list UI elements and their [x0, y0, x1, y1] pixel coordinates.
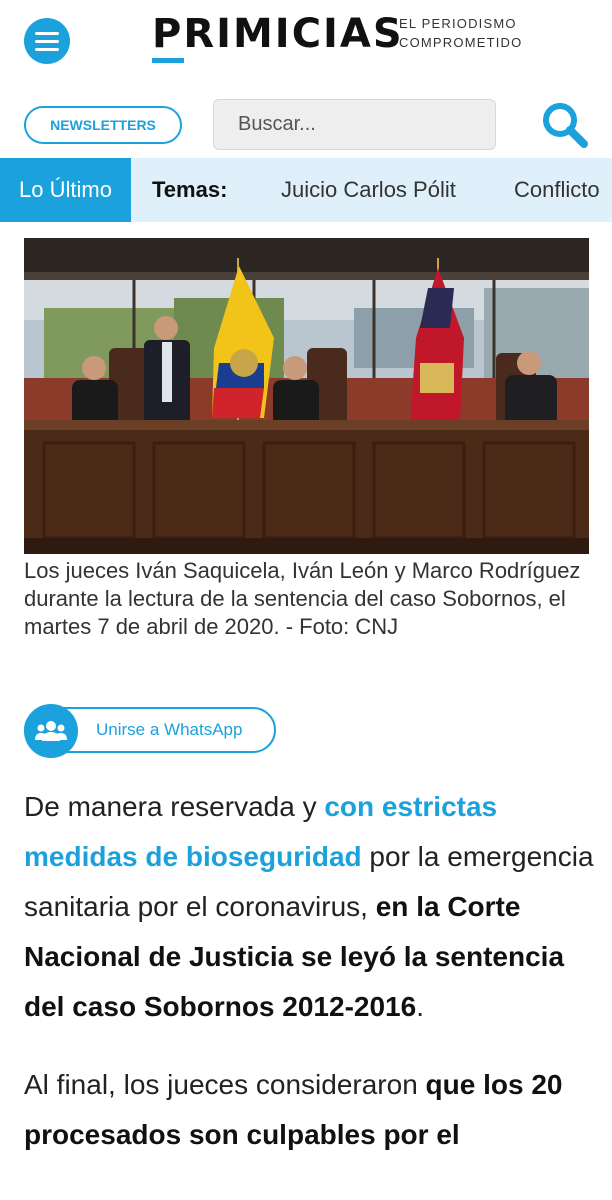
logo-text: PRIMICIAS [152, 11, 404, 57]
article-paragraph-2: Al final, los jueces consideraron que lo… [24, 1060, 594, 1160]
article-photo [24, 238, 589, 554]
text-span: De manera reservada y [24, 791, 325, 822]
article-body: De manera reservada y con estrictas medi… [24, 782, 594, 1188]
nav-latest-tab[interactable]: Lo Último [0, 158, 131, 222]
article-paragraph-1: De manera reservada y con estrictas medi… [24, 782, 594, 1032]
site-header: PRIMICIAS EL PERIODISMO COMPROMETIDO [0, 0, 612, 80]
search-icon[interactable] [540, 100, 590, 150]
wa-icon-circle [24, 704, 78, 758]
nav-item-juicio-carlos-polit[interactable]: Juicio Carlos Pólit [281, 158, 456, 222]
photo-caption: Los jueces Iván Saquicela, Iván León y M… [24, 558, 581, 639]
text-span: . [416, 991, 424, 1022]
search-input[interactable] [213, 99, 496, 150]
whatsapp-join-button[interactable]: Unirse a WhatsApp [24, 704, 276, 758]
tagline-line-1: EL PERIODISMO [399, 16, 517, 31]
site-tagline: EL PERIODISMO COMPROMETIDO [399, 14, 539, 52]
hamburger-icon [35, 31, 59, 35]
hamburger-icon [35, 39, 59, 43]
newsletters-button[interactable]: NEWSLETTERS [24, 106, 182, 144]
logo-accent [152, 58, 184, 63]
topics-nav: Lo Último Temas: Juicio Carlos Pólit Con… [0, 158, 612, 222]
site-logo[interactable]: PRIMICIAS [152, 12, 404, 64]
whatsapp-join-label: Unirse a WhatsApp [96, 720, 243, 739]
text-span: Al final, los jueces consideraron [24, 1069, 426, 1100]
group-icon [35, 721, 67, 741]
hamburger-icon [35, 47, 59, 51]
nav-item-conflicto[interactable]: Conflicto [514, 158, 600, 222]
tagline-line-2: COMPROMETIDO [399, 35, 523, 50]
menu-button[interactable] [24, 18, 70, 64]
courtroom-photo [24, 238, 589, 554]
nav-topics-label: Temas: [152, 177, 228, 202]
